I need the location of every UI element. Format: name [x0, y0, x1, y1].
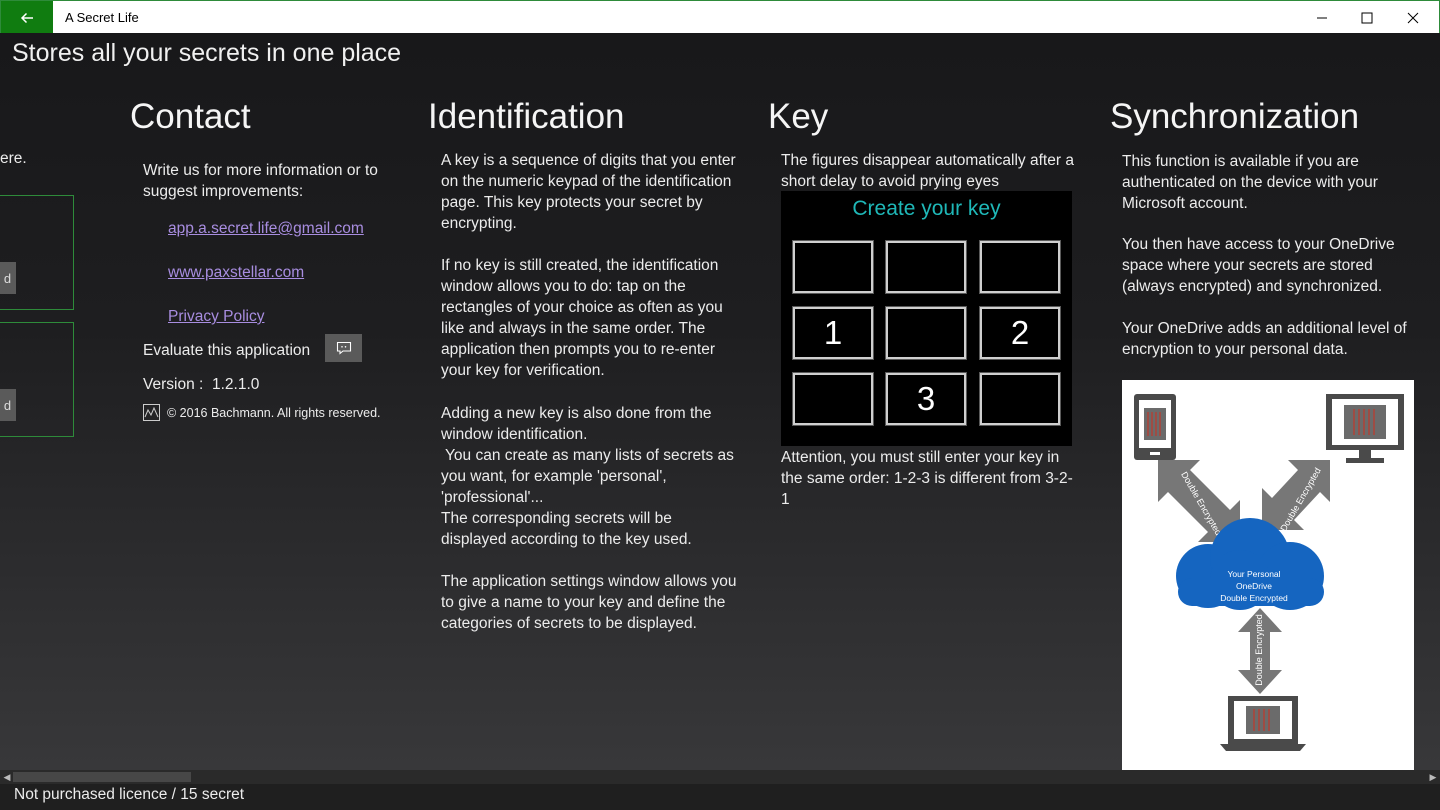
tablet-icon: [1134, 394, 1176, 460]
monitor-icon: [1326, 394, 1404, 463]
create-key-title: Create your key: [852, 197, 1001, 220]
key-note: Attention, you must still enter your key…: [781, 449, 1073, 508]
key-cell: [885, 240, 967, 294]
back-button[interactable]: [1, 1, 53, 34]
sync-paragraph-1: This function is available if you are au…: [1122, 153, 1378, 212]
identification-paragraph-6: The application settings window allows y…: [441, 573, 737, 632]
identification-paragraph-3: Adding a new key is also done from the w…: [441, 405, 712, 443]
version-label: Version :: [143, 376, 204, 393]
identification-paragraph-4: You can create as many lists of secrets …: [441, 447, 734, 506]
sync-paragraph-2: You then have access to your OneDrive sp…: [1122, 236, 1395, 295]
title-bar: A Secret Life: [0, 0, 1440, 34]
cloud-label-3: Double Encrypted: [1220, 593, 1288, 603]
contact-heading: Contact: [130, 97, 251, 136]
evaluate-label: Evaluate this application: [143, 342, 311, 359]
evaluate-button[interactable]: [325, 334, 362, 362]
email-link[interactable]: app.a.secret.life@gmail.com: [168, 220, 364, 238]
back-arrow-icon: [20, 12, 33, 23]
laptop-icon: [1220, 696, 1306, 751]
maximize-button[interactable]: [1344, 1, 1390, 34]
scroll-right-icon[interactable]: ▶: [1427, 771, 1439, 783]
privacy-policy-link[interactable]: Privacy Policy: [168, 308, 264, 326]
main-content: Stores all your secrets in one place ere…: [0, 33, 1440, 770]
svg-text:Double Encrypted: Double Encrypted: [1254, 614, 1264, 686]
create-key-image: Create your key 1 2 3: [781, 191, 1072, 446]
sync-paragraph-3: Your OneDrive adds an additional level o…: [1122, 320, 1407, 358]
copyright-text: © 2016 Bachmann. All rights reserved.: [167, 406, 381, 420]
scrollbar-thumb[interactable]: [13, 772, 191, 782]
identification-paragraph-2: If no key is still created, the identifi…: [441, 257, 723, 379]
partial-panel-2-button[interactable]: d: [0, 389, 16, 421]
sync-diagram: Double Encrypted Double Encrypted Your P…: [1122, 380, 1414, 770]
cloud-label-2: OneDrive: [1236, 581, 1272, 591]
close-button[interactable]: [1390, 1, 1436, 34]
key-cell: 3: [885, 372, 967, 426]
status-bar: Not purchased licence / 15 secret: [0, 784, 1440, 810]
key-heading: Key: [768, 97, 829, 136]
close-icon: [1407, 12, 1419, 23]
minimize-button[interactable]: [1299, 1, 1345, 34]
identification-heading: Identification: [428, 97, 625, 136]
licence-status: Not purchased licence / 15 secret: [14, 786, 245, 803]
partial-column-text: ere.: [0, 150, 27, 167]
key-cell: [885, 306, 967, 360]
double-arrow-right: Double Encrypted: [1262, 460, 1330, 533]
contact-intro: Write us for more information or to sugg…: [143, 162, 378, 200]
key-cell: [792, 240, 874, 294]
double-arrow-vertical: Double Encrypted: [1238, 608, 1282, 694]
window-title: A Secret Life: [65, 10, 139, 25]
page-title: Stores all your secrets in one place: [12, 39, 402, 67]
maximize-icon: [1361, 12, 1373, 23]
key-intro: The figures disappear automatically afte…: [781, 152, 1074, 190]
identification-paragraph-5: The corresponding secrets will be displa…: [441, 510, 692, 548]
scroll-left-icon[interactable]: ◀: [1, 771, 13, 783]
cloud-label-1: Your Personal: [1227, 569, 1280, 579]
onedrive-cloud-icon: Your Personal OneDrive Double Encrypted: [1176, 518, 1324, 610]
partial-panel-2: d: [0, 322, 74, 437]
website-link[interactable]: www.paxstellar.com: [168, 264, 304, 282]
key-cell: 2: [979, 306, 1061, 360]
key-cell: [979, 240, 1061, 294]
minimize-icon: [1317, 17, 1327, 18]
feedback-icon: [336, 341, 351, 355]
partial-panel-1-button[interactable]: d: [0, 262, 16, 294]
identification-paragraph-1: A key is a sequence of digits that you e…: [441, 152, 736, 232]
key-cell: [792, 372, 874, 426]
sync-heading: Synchronization: [1110, 97, 1360, 136]
version-value: 1.2.1.0: [212, 376, 260, 393]
key-cell: [979, 372, 1061, 426]
key-cell: 1: [792, 306, 874, 360]
horizontal-scrollbar[interactable]: ◀ ▶: [0, 770, 1440, 784]
company-logo-icon: [143, 404, 160, 421]
partial-panel-1: d: [0, 195, 74, 310]
